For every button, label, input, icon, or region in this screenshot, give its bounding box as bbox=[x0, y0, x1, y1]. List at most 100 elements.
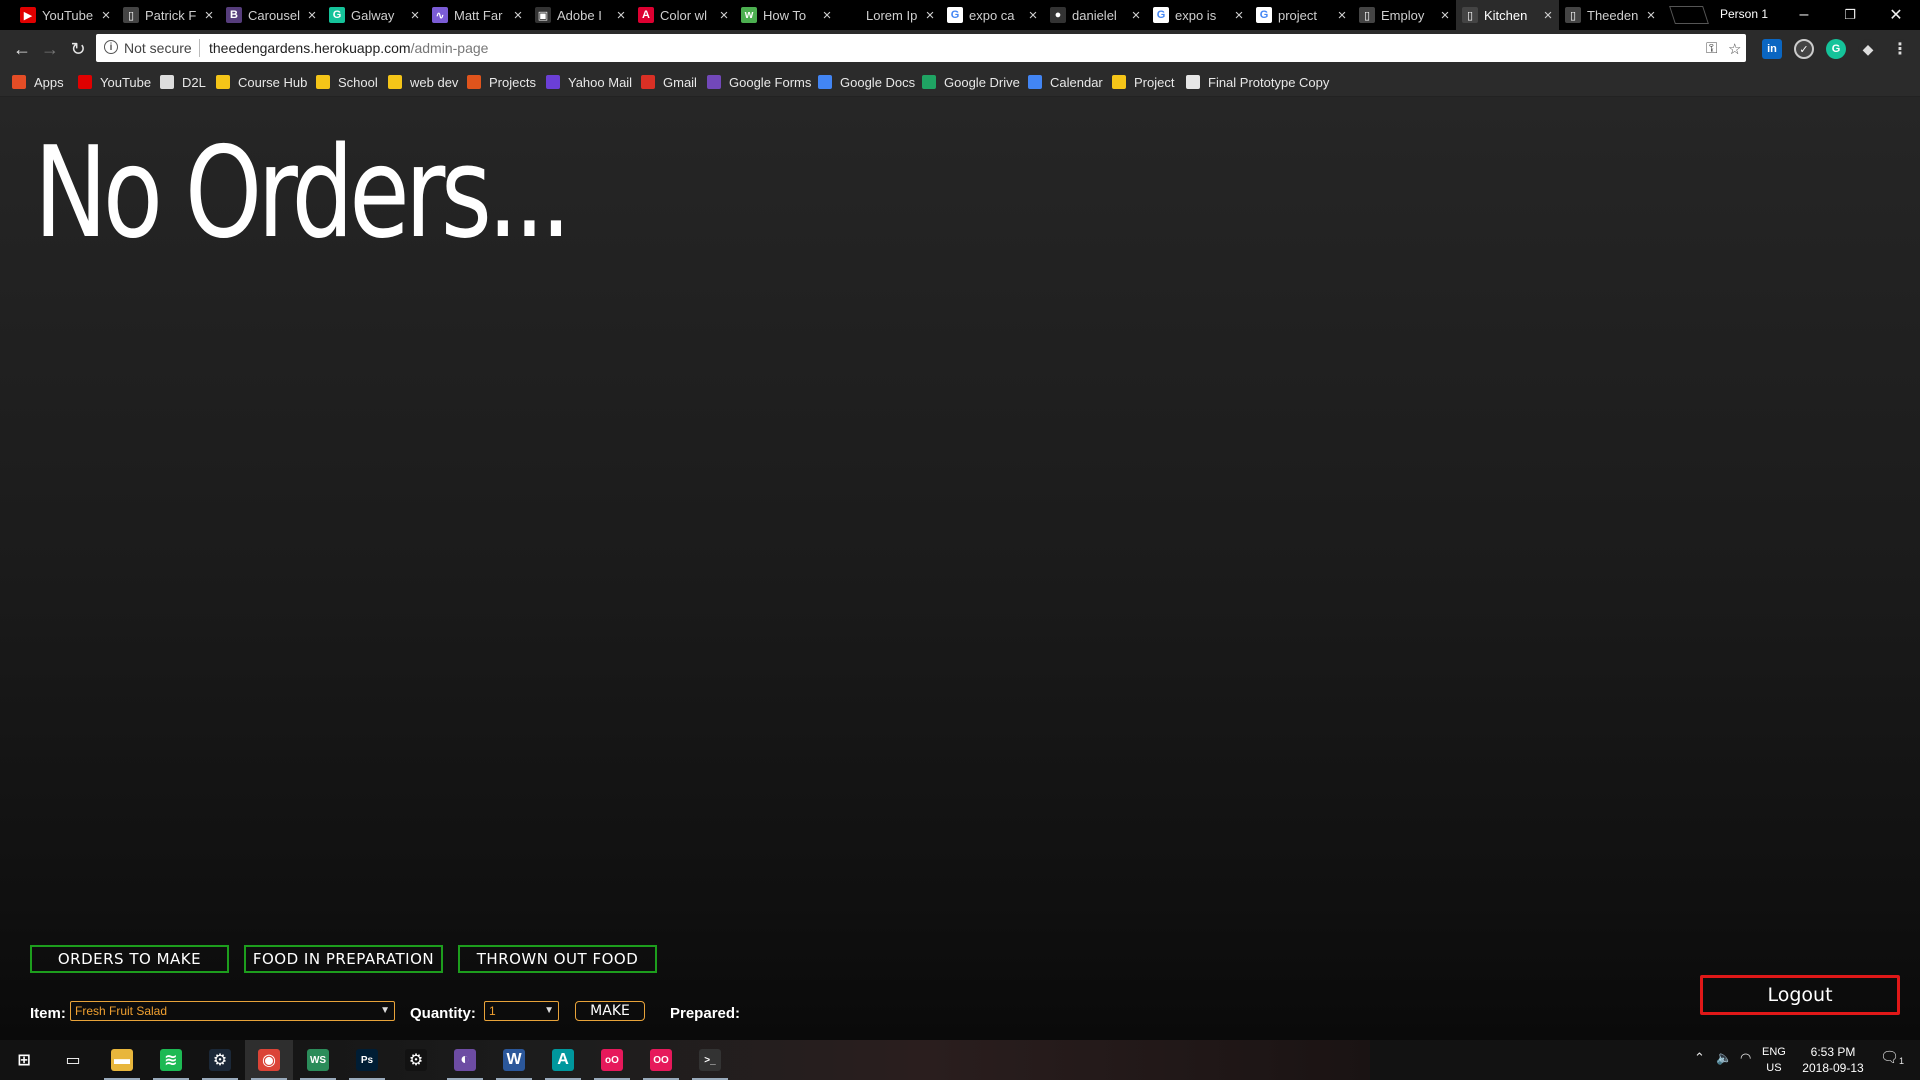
taskbar-button[interactable]: ▬ bbox=[98, 1040, 146, 1080]
close-tab-icon[interactable]: × bbox=[613, 7, 629, 24]
item-select[interactable]: Fresh Fruit Salad ▼ bbox=[70, 1001, 395, 1021]
browser-tab[interactable]: B Carousel × bbox=[220, 0, 324, 30]
browser-tab[interactable]: G Galway × bbox=[323, 0, 427, 30]
close-tab-icon[interactable]: × bbox=[201, 7, 217, 24]
bookmark-item[interactable]: Gmail bbox=[641, 73, 697, 91]
bookmark-item[interactable]: Google Forms bbox=[707, 73, 811, 91]
address-bar[interactable]: i Not secure theedengardens.herokuapp.co… bbox=[96, 34, 1746, 62]
bookmark-item[interactable]: D2L bbox=[160, 73, 206, 91]
bookmark-item[interactable]: Apps bbox=[12, 73, 64, 91]
close-tab-icon[interactable]: × bbox=[1128, 7, 1144, 24]
taskbar-button[interactable]: OO bbox=[637, 1040, 685, 1080]
new-tab-button[interactable] bbox=[1669, 6, 1709, 24]
close-tab-icon[interactable]: × bbox=[1231, 7, 1247, 24]
chrome-menu-icon[interactable]: ⋮ bbox=[1890, 39, 1910, 59]
profile-button[interactable]: Person 1 bbox=[1720, 7, 1768, 21]
reload-icon[interactable]: ↻ bbox=[66, 37, 90, 61]
close-tab-icon[interactable]: × bbox=[716, 7, 732, 24]
browser-tab[interactable]: Lorem Ip × bbox=[838, 0, 942, 30]
taskbar-button[interactable]: ⚙ bbox=[196, 1040, 244, 1080]
system-clock[interactable]: 6:53 PM 2018-09-13 bbox=[1788, 1044, 1878, 1076]
restore-button[interactable]: ❐ bbox=[1828, 2, 1872, 28]
bookmark-item[interactable]: Course Hub bbox=[216, 73, 307, 91]
wifi-icon[interactable]: ◠ bbox=[1740, 1050, 1751, 1066]
taskbar-button[interactable]: Ps bbox=[343, 1040, 391, 1080]
taskbar-button[interactable]: >_ bbox=[686, 1040, 734, 1080]
taskbar-button[interactable]: ≋ bbox=[147, 1040, 195, 1080]
taskbar-button[interactable]: oO bbox=[588, 1040, 636, 1080]
browser-tab[interactable]: ▣ Adobe I × bbox=[529, 0, 633, 30]
browser-tab[interactable]: Gproject × bbox=[1250, 0, 1354, 30]
vue-devtools-icon[interactable]: ◆ bbox=[1858, 39, 1878, 59]
close-tab-icon[interactable]: × bbox=[304, 7, 320, 24]
quantity-select[interactable]: 1 ▼ bbox=[484, 1001, 559, 1021]
bookmark-item[interactable]: School bbox=[316, 73, 378, 91]
tab-title: Patrick F bbox=[145, 7, 197, 23]
close-tab-icon[interactable]: × bbox=[1540, 7, 1556, 24]
close-tab-icon[interactable]: × bbox=[819, 7, 835, 24]
bookmark-item[interactable]: Projects bbox=[467, 73, 536, 91]
taskbar-button[interactable]: A bbox=[539, 1040, 587, 1080]
taskbar-button[interactable]: ◉ bbox=[245, 1040, 293, 1080]
back-icon[interactable]: ← bbox=[10, 37, 34, 61]
show-hidden-icons-icon[interactable]: ⌃ bbox=[1694, 1050, 1705, 1066]
close-tab-icon[interactable]: × bbox=[1025, 7, 1041, 24]
info-icon[interactable]: i bbox=[104, 40, 118, 54]
key-icon[interactable]: ⚿ bbox=[1706, 40, 1717, 57]
browser-tab[interactable]: ▯ Patrick F × bbox=[117, 0, 221, 30]
bookmark-item[interactable]: Project bbox=[1112, 73, 1174, 91]
close-tab-icon[interactable]: × bbox=[1437, 7, 1453, 24]
tab-food-in-preparation[interactable]: FOOD IN PREPARATION bbox=[244, 945, 443, 973]
bookmark-item[interactable]: Final Prototype Copy bbox=[1186, 73, 1329, 91]
browser-tab[interactable]: ▯ Employ × bbox=[1353, 0, 1457, 30]
item-select-value: Fresh Fruit Salad bbox=[75, 1004, 168, 1018]
folder-icon bbox=[216, 75, 230, 89]
taskbar-button[interactable]: ◐ bbox=[441, 1040, 489, 1080]
taskbar-button[interactable]: ⚙ bbox=[392, 1040, 440, 1080]
close-tab-icon[interactable]: × bbox=[1334, 7, 1350, 24]
browser-tab[interactable]: Gexpo is × bbox=[1147, 0, 1251, 30]
browser-tab[interactable]: A Color wl × bbox=[632, 0, 736, 30]
close-tab-icon[interactable]: × bbox=[407, 7, 423, 24]
bookmark-item[interactable]: Calendar bbox=[1028, 73, 1103, 91]
make-button[interactable]: MAKE bbox=[575, 1001, 645, 1021]
tab-orders-to-make[interactable]: ORDERS TO MAKE bbox=[30, 945, 229, 973]
grammar-extension-icon[interactable]: ✓ bbox=[1794, 39, 1814, 59]
taskbar-button[interactable]: WS bbox=[294, 1040, 342, 1080]
browser-tab[interactable]: w How To × bbox=[735, 0, 839, 30]
language-indicator[interactable]: ENG US bbox=[1762, 1044, 1786, 1076]
browser-tab[interactable]: Gexpo ca × bbox=[941, 0, 1045, 30]
bookmark-label: Google Drive bbox=[944, 74, 1020, 90]
taskbar-button[interactable]: ▭ bbox=[49, 1040, 97, 1080]
close-tab-icon[interactable]: × bbox=[98, 7, 114, 24]
security-label[interactable]: Not secure bbox=[124, 40, 192, 56]
bookmark-item[interactable]: Google Docs bbox=[818, 73, 915, 91]
apps-grid-icon bbox=[12, 75, 26, 89]
grammarly-extension-icon[interactable]: G bbox=[1826, 39, 1846, 59]
close-tab-icon[interactable]: × bbox=[922, 7, 938, 24]
browser-tab[interactable]: ∿ Matt Far × bbox=[426, 0, 530, 30]
url-text[interactable]: theedengardens.herokuapp.com/admin-page bbox=[209, 40, 488, 56]
linkedin-extension-icon[interactable]: in bbox=[1762, 39, 1782, 59]
browser-tab[interactable]: ▯ Theeden × bbox=[1559, 0, 1663, 30]
taskbar-button[interactable]: W bbox=[490, 1040, 538, 1080]
bookmark-item[interactable]: Yahoo Mail bbox=[546, 73, 632, 91]
close-window-button[interactable]: ✕ bbox=[1874, 2, 1918, 28]
browser-tab[interactable]: ● danielel × bbox=[1044, 0, 1148, 30]
bookmark-item[interactable]: Google Drive bbox=[922, 73, 1020, 91]
browser-tab[interactable]: ▶ YouTube × bbox=[14, 0, 118, 30]
tab-thrown-out-food[interactable]: THROWN OUT FOOD bbox=[458, 945, 657, 973]
close-tab-icon[interactable]: × bbox=[1643, 7, 1659, 24]
volume-icon[interactable]: 🔈 bbox=[1716, 1050, 1732, 1066]
minimize-button[interactable]: – bbox=[1782, 2, 1826, 28]
star-icon[interactable]: ☆ bbox=[1728, 40, 1741, 58]
notification-center-icon[interactable]: 🗨1 bbox=[1880, 1048, 1904, 1066]
browser-tab[interactable]: ▯ Kitchen × bbox=[1456, 0, 1560, 30]
close-tab-icon[interactable]: × bbox=[510, 7, 526, 24]
forward-icon[interactable]: → bbox=[38, 37, 62, 61]
bookmark-item[interactable]: web dev bbox=[388, 73, 458, 91]
bookmark-item[interactable]: YouTube bbox=[78, 73, 151, 91]
origin-icon: oO bbox=[601, 1049, 623, 1071]
logout-button[interactable]: Logout bbox=[1700, 975, 1900, 1015]
taskbar-button[interactable]: ⊞ bbox=[0, 1040, 48, 1080]
